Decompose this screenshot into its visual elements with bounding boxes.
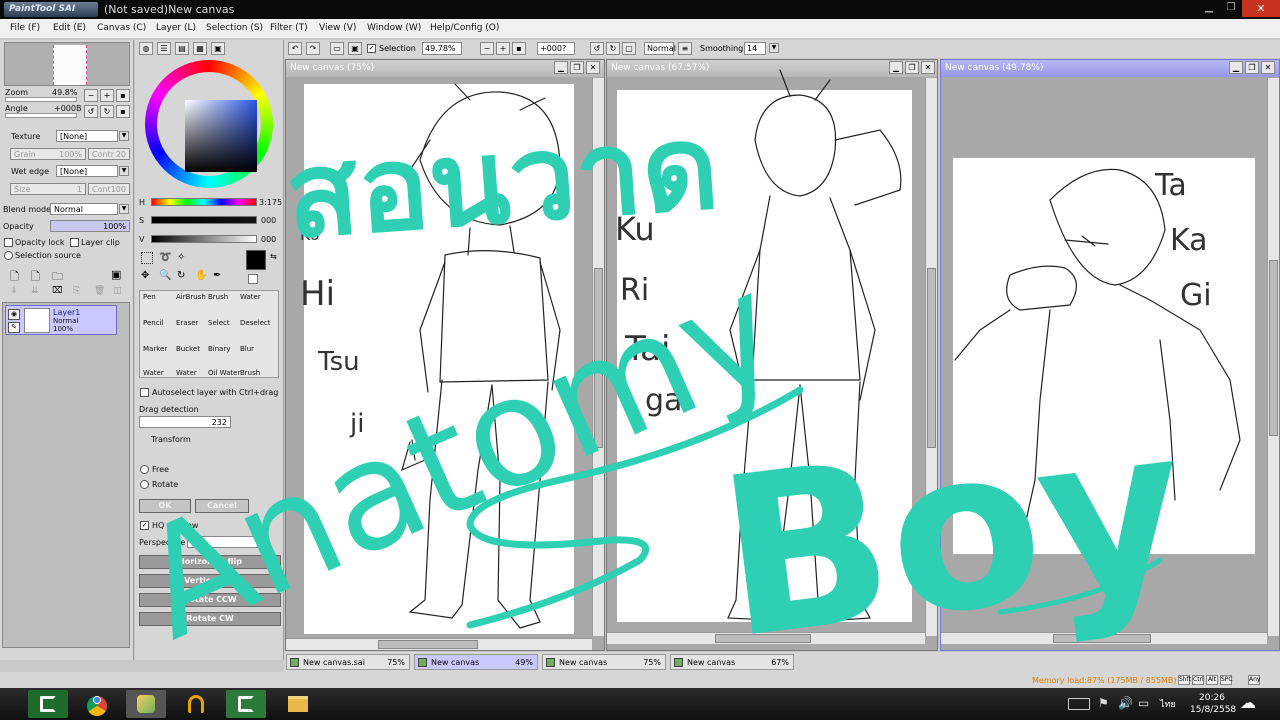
key-space-indicator: SPC <box>1220 675 1233 685</box>
sketch-text-hi: Hi <box>300 274 335 314</box>
key-shift-indicator: Shft <box>1178 675 1191 685</box>
taskbar-explorer-icon[interactable] <box>278 690 318 718</box>
doc-tab-2-name: New canvas <box>431 658 480 667</box>
language-indicator[interactable]: ไทย <box>1160 697 1176 711</box>
document-tab-bar: New canvas.sai 75% New canvas 49% New ca… <box>284 652 1280 672</box>
doc-tab-3-zoom: 75% <box>643 658 661 667</box>
cloud-icon[interactable]: ☁ <box>1240 693 1256 712</box>
doc-tab-3-name: New canvas <box>559 658 608 667</box>
clock-time: 20:26 <box>1199 693 1225 703</box>
sketch-text-ko: Ko <box>300 225 319 244</box>
sketch-text-ji: ji <box>349 409 364 439</box>
key-ctrl-indicator: Ctrl <box>1192 675 1204 685</box>
sketch-text-ri: Ri <box>620 273 649 308</box>
doc-tab-3[interactable]: New canvas 75% <box>542 654 666 670</box>
status-bar: Memory load:87% (175MB / 855MB) Shft Ctr… <box>0 672 1280 688</box>
doc-tab-4[interactable]: New canvas 67% <box>670 654 794 670</box>
sketch-text-tai: Tai <box>624 329 670 369</box>
taskbar: ⚑ 🔊 ▭ ไทย 20:26 15/8/2558 ☁ <box>0 688 1280 720</box>
sketch-artwork: Ko Hi Tsu ji Ku Ri Tai ga Ta Ka Gi <box>300 69 1241 629</box>
doc-tab-3-icon <box>546 658 555 667</box>
clock-date: 15/8/2558 <box>1190 705 1237 715</box>
taskbar-camtasia-icon[interactable] <box>28 690 68 718</box>
sketch-text-gi: Gi <box>1180 278 1212 313</box>
sketch-text-tsu: Tsu <box>317 347 360 377</box>
taskbar-sai-icon[interactable] <box>126 690 166 718</box>
doc-tab-2-icon <box>418 658 427 667</box>
key-alt-indicator: Alt <box>1206 675 1218 685</box>
doc-tab-1-icon <box>290 658 299 667</box>
sketch-figure-2 <box>727 69 902 621</box>
doc-tab-1[interactable]: New canvas.sai 75% <box>286 654 410 670</box>
sketch-text-ka: Ka <box>1170 223 1208 258</box>
doc-tab-2-zoom: 49% <box>515 658 533 667</box>
doc-tab-4-icon <box>674 658 683 667</box>
system-clock[interactable]: 20:26 15/8/2558 <box>1190 692 1237 716</box>
doc-tab-1-name: New canvas.sai <box>303 658 366 667</box>
doc-tab-4-name: New canvas <box>687 658 736 667</box>
network-icon[interactable]: ▭ <box>1138 696 1149 710</box>
sketch-figure-1 <box>401 83 561 629</box>
volume-icon[interactable]: 🔊 <box>1118 696 1133 710</box>
sketch-text-ku: Ku <box>615 210 655 248</box>
doc-tab-1-zoom: 75% <box>387 658 405 667</box>
doc-tab-4-zoom: 67% <box>771 658 789 667</box>
memory-load: Memory load:87% (175MB / 855MB) <box>1032 676 1177 685</box>
keyboard-icon[interactable] <box>1068 698 1090 710</box>
doc-tab-2[interactable]: New canvas 49% <box>414 654 538 670</box>
key-any-indicator: Any <box>1248 675 1261 685</box>
taskbar-chrome-icon[interactable] <box>78 690 118 718</box>
taskbar-headphones-icon[interactable] <box>176 690 216 718</box>
tray-flag-icon[interactable]: ⚑ <box>1098 696 1109 710</box>
sketch-text-ga: ga <box>645 383 682 418</box>
sketch-text-ta: Ta <box>1154 168 1187 203</box>
taskbar-camtasia-recorder-icon[interactable] <box>226 690 266 718</box>
